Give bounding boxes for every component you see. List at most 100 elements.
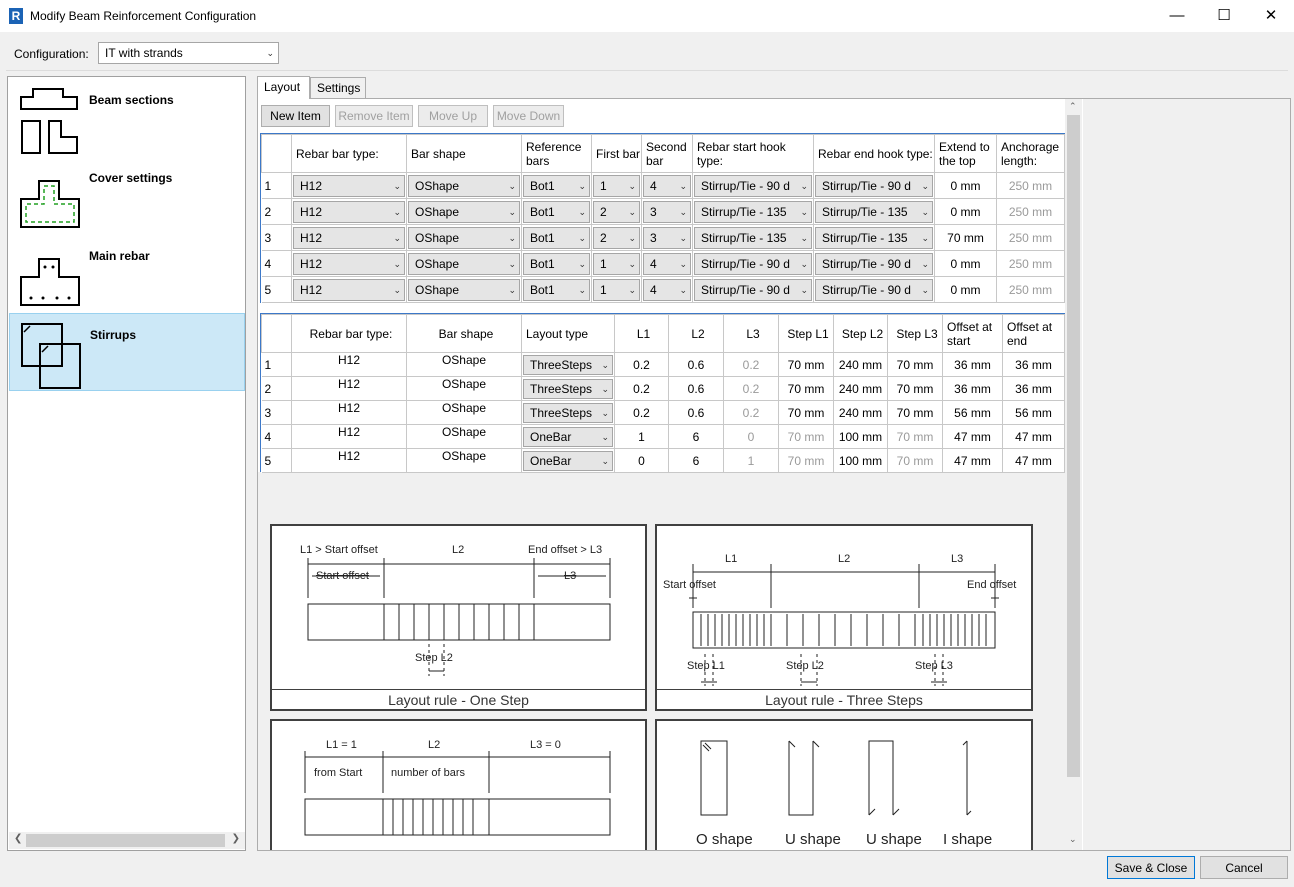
step-l1-cell[interactable]: 70 mm bbox=[778, 376, 834, 401]
tab-layout[interactable]: Layout bbox=[257, 76, 310, 99]
scroll-up-icon[interactable]: ⌃ bbox=[1069, 101, 1077, 112]
l2-cell[interactable]: 0.6 bbox=[668, 352, 724, 377]
end-hook-select[interactable]: Stirrup/Tie - 90 d ⌄ bbox=[815, 278, 933, 301]
scrollbar-thumb[interactable] bbox=[1067, 115, 1080, 777]
new-item-button[interactable]: New Item bbox=[261, 105, 330, 127]
step-l2-cell[interactable]: 100 mm bbox=[833, 448, 888, 473]
layout-type-select[interactable]: OneBar ⌄ bbox=[523, 426, 613, 447]
l2-cell[interactable]: 6 bbox=[668, 424, 724, 449]
save-and-close-button[interactable]: Save & Close bbox=[1107, 856, 1195, 879]
sidebar-item-cover-settings[interactable]: Cover settings bbox=[9, 157, 245, 235]
reference-bars-select[interactable]: Bot1 ⌄ bbox=[523, 174, 590, 197]
l1-cell[interactable]: 0.2 bbox=[614, 352, 669, 377]
extend-to-top-cell[interactable]: 0 mm bbox=[934, 172, 997, 199]
first-bar-select[interactable]: 1 ⌄ bbox=[593, 278, 640, 301]
scroll-down-icon[interactable]: ⌄ bbox=[1069, 834, 1077, 845]
second-bar-select[interactable]: 3 ⌄ bbox=[643, 200, 691, 223]
first-bar-select[interactable]: 2 ⌄ bbox=[593, 200, 640, 223]
l1-cell[interactable]: 0 bbox=[614, 448, 669, 473]
second-bar-select[interactable]: 4 ⌄ bbox=[643, 278, 691, 301]
scrollbar-thumb[interactable] bbox=[26, 834, 225, 847]
reference-bars-select[interactable]: Bot1 ⌄ bbox=[523, 278, 590, 301]
scroll-left-icon[interactable]: ❮ bbox=[14, 833, 22, 844]
sidebar-horizontal-scrollbar[interactable]: ❮ ❯ bbox=[9, 832, 245, 849]
extend-to-top-cell[interactable]: 70 mm bbox=[934, 224, 997, 251]
step-l2-cell[interactable]: 240 mm bbox=[833, 376, 888, 401]
bar-shape-select[interactable]: OShape ⌄ bbox=[408, 200, 520, 223]
move-down-button[interactable]: Move Down bbox=[493, 105, 564, 127]
end-hook-select[interactable]: Stirrup/Tie - 90 d ⌄ bbox=[815, 252, 933, 275]
extend-to-top-cell[interactable]: 0 mm bbox=[934, 276, 997, 303]
start-hook-select[interactable]: Stirrup/Tie - 90 d ⌄ bbox=[694, 252, 812, 275]
step-l1-cell[interactable]: 70 mm bbox=[778, 352, 834, 377]
scroll-right-icon[interactable]: ❯ bbox=[232, 833, 240, 844]
reference-bars-select[interactable]: Bot1 ⌄ bbox=[523, 226, 590, 249]
bar-type-select[interactable]: H12 ⌄ bbox=[293, 200, 405, 223]
l1-cell[interactable]: 1 bbox=[614, 424, 669, 449]
maximize-icon[interactable]: ☐ bbox=[1201, 0, 1247, 32]
step-l3-cell[interactable]: 70 mm bbox=[887, 376, 943, 401]
step-l2-cell[interactable]: 240 mm bbox=[833, 352, 888, 377]
layout-type-select[interactable]: ThreeSteps ⌄ bbox=[523, 402, 613, 423]
second-bar-select[interactable]: 3 ⌄ bbox=[643, 226, 691, 249]
remove-item-button[interactable]: Remove Item bbox=[335, 105, 413, 127]
offset-start-cell[interactable]: 56 mm bbox=[942, 400, 1003, 425]
end-hook-select[interactable]: Stirrup/Tie - 90 d ⌄ bbox=[815, 174, 933, 197]
cancel-button[interactable]: Cancel bbox=[1200, 856, 1288, 879]
layout-type-select[interactable]: OneBar ⌄ bbox=[523, 450, 613, 471]
bar-type-select[interactable]: H12 ⌄ bbox=[293, 174, 405, 197]
reference-bars-select[interactable]: Bot1 ⌄ bbox=[523, 252, 590, 275]
bar-type-select[interactable]: H12 ⌄ bbox=[293, 252, 405, 275]
start-hook-select[interactable]: Stirrup/Tie - 135 ⌄ bbox=[694, 226, 812, 249]
extend-to-top-cell[interactable]: 0 mm bbox=[934, 250, 997, 277]
offset-end-cell[interactable]: 36 mm bbox=[1002, 352, 1065, 377]
step-l1-cell[interactable]: 70 mm bbox=[778, 400, 834, 425]
panel-vertical-scrollbar[interactable]: ⌃ ⌄ bbox=[1065, 99, 1082, 850]
move-up-button[interactable]: Move Up bbox=[418, 105, 488, 127]
sidebar-item-beam-sections[interactable]: Beam sections bbox=[9, 79, 245, 157]
extend-to-top-cell[interactable]: 0 mm bbox=[934, 198, 997, 225]
layout-type-select[interactable]: ThreeSteps ⌄ bbox=[523, 378, 613, 399]
bar-shape-select[interactable]: OShape ⌄ bbox=[408, 226, 520, 249]
end-hook-select[interactable]: Stirrup/Tie - 135 ⌄ bbox=[815, 200, 933, 223]
offset-end-cell[interactable]: 47 mm bbox=[1002, 424, 1065, 449]
offset-start-cell[interactable]: 36 mm bbox=[942, 352, 1003, 377]
first-bar-select[interactable]: 1 ⌄ bbox=[593, 174, 640, 197]
tab-settings[interactable]: Settings bbox=[310, 77, 366, 99]
l2-cell[interactable]: 0.6 bbox=[668, 376, 724, 401]
l2-cell[interactable]: 6 bbox=[668, 448, 724, 473]
second-bar-select[interactable]: 4 ⌄ bbox=[643, 174, 691, 197]
step-l3-cell[interactable]: 70 mm bbox=[887, 352, 943, 377]
bar-shape-select[interactable]: OShape ⌄ bbox=[408, 252, 520, 275]
offset-end-cell[interactable]: 47 mm bbox=[1002, 448, 1065, 473]
minimize-icon[interactable]: — bbox=[1154, 0, 1200, 32]
first-bar-select[interactable]: 1 ⌄ bbox=[593, 252, 640, 275]
l2-cell[interactable]: 0.6 bbox=[668, 400, 724, 425]
second-bar-select[interactable]: 4 ⌄ bbox=[643, 252, 691, 275]
offset-start-cell[interactable]: 47 mm bbox=[942, 448, 1003, 473]
start-hook-select[interactable]: Stirrup/Tie - 90 d ⌄ bbox=[694, 174, 812, 197]
sidebar-item-main-rebar[interactable]: Main rebar bbox=[9, 235, 245, 313]
step-l2-cell[interactable]: 240 mm bbox=[833, 400, 888, 425]
reference-bars-select[interactable]: Bot1 ⌄ bbox=[523, 200, 590, 223]
l1-cell[interactable]: 0.2 bbox=[614, 400, 669, 425]
offset-end-cell[interactable]: 36 mm bbox=[1002, 376, 1065, 401]
start-hook-select[interactable]: Stirrup/Tie - 90 d ⌄ bbox=[694, 278, 812, 301]
first-bar-select[interactable]: 2 ⌄ bbox=[593, 226, 640, 249]
start-hook-select[interactable]: Stirrup/Tie - 135 ⌄ bbox=[694, 200, 812, 223]
sidebar-item-stirrups[interactable]: Stirrups bbox=[9, 313, 245, 391]
bar-type-select[interactable]: H12 ⌄ bbox=[293, 278, 405, 301]
bar-shape-select[interactable]: OShape ⌄ bbox=[408, 174, 520, 197]
close-icon[interactable]: ✕ bbox=[1248, 0, 1294, 32]
offset-start-cell[interactable]: 36 mm bbox=[942, 376, 1003, 401]
offset-end-cell[interactable]: 56 mm bbox=[1002, 400, 1065, 425]
bar-shape-select[interactable]: OShape ⌄ bbox=[408, 278, 520, 301]
step-l3-cell[interactable]: 70 mm bbox=[887, 400, 943, 425]
layout-type-select[interactable]: ThreeSteps ⌄ bbox=[523, 354, 613, 375]
end-hook-select[interactable]: Stirrup/Tie - 135 ⌄ bbox=[815, 226, 933, 249]
configuration-select[interactable]: IT with strands ⌄ bbox=[98, 42, 279, 64]
bar-type-select[interactable]: H12 ⌄ bbox=[293, 226, 405, 249]
step-l2-cell[interactable]: 100 mm bbox=[833, 424, 888, 449]
l1-cell[interactable]: 0.2 bbox=[614, 376, 669, 401]
offset-start-cell[interactable]: 47 mm bbox=[942, 424, 1003, 449]
